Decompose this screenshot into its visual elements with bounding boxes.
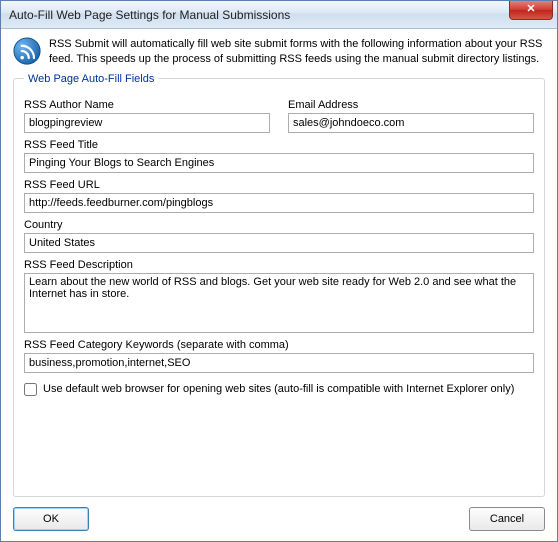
window-title: Auto-Fill Web Page Settings for Manual S… [9,8,290,22]
email-input[interactable] [288,113,534,133]
default-browser-label: Use default web browser for opening web … [43,383,514,395]
label-country: Country [24,219,534,231]
button-row: OK Cancel [13,507,545,531]
rss-feed-icon [13,37,41,65]
author-input[interactable] [24,113,270,133]
label-feed-url: RSS Feed URL [24,179,534,191]
label-feed-title: RSS Feed Title [24,139,534,151]
autofill-fieldset: Web Page Auto-Fill Fields RSS Author Nam… [13,73,545,497]
default-browser-checkbox[interactable] [24,383,37,396]
label-keywords: RSS Feed Category Keywords (separate wit… [24,339,534,351]
description-input[interactable] [24,273,534,333]
close-button[interactable]: ✕ [509,1,553,20]
feed-title-input[interactable] [24,153,534,173]
ok-button[interactable]: OK [13,507,89,531]
label-email: Email Address [288,99,534,111]
client-area: RSS Submit will automatically fill web s… [1,29,557,541]
label-author: RSS Author Name [24,99,270,111]
intro-text: RSS Submit will automatically fill web s… [49,37,545,67]
close-icon: ✕ [526,3,535,15]
titlebar: Auto-Fill Web Page Settings for Manual S… [1,1,557,29]
default-browser-checkbox-row[interactable]: Use default web browser for opening web … [24,383,534,396]
cancel-button[interactable]: Cancel [469,507,545,531]
fieldset-legend: Web Page Auto-Fill Fields [24,73,158,85]
feed-url-input[interactable] [24,193,534,213]
keywords-input[interactable] [24,353,534,373]
label-description: RSS Feed Description [24,259,534,271]
intro-row: RSS Submit will automatically fill web s… [13,37,545,67]
dialog-window: Auto-Fill Web Page Settings for Manual S… [0,0,558,542]
country-input[interactable] [24,233,534,253]
